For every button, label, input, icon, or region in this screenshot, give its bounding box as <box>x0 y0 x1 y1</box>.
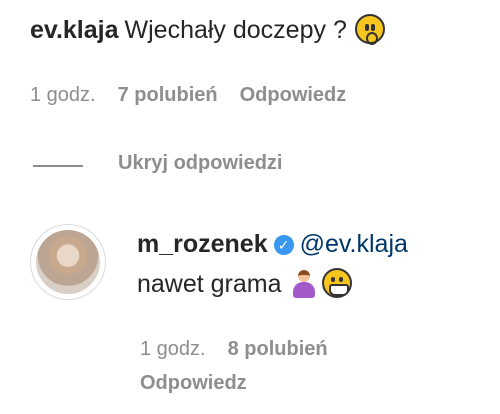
reply-mention[interactable]: @ev.klaja <box>300 230 408 258</box>
reply-text: nawet grama <box>137 270 282 298</box>
comment-username[interactable]: ev.klaja <box>30 16 119 44</box>
verified-badge-icon: ✓ <box>273 235 294 255</box>
reply-body: nawet grama <box>137 268 352 299</box>
comment-meta: 1 godz. 7 polubień Odpowiedz <box>30 84 346 107</box>
reply-header: m_rozenek ✓ @ev.klaja <box>137 230 408 259</box>
hide-replies-button[interactable]: Ukryj odpowiedzi <box>118 152 282 175</box>
comment-time[interactable]: 1 godz. <box>30 84 96 106</box>
reply-meta: 1 godz. 8 polubień <box>140 338 328 361</box>
reply-likes[interactable]: 8 polubień <box>228 338 328 360</box>
reply-username[interactable]: m_rozenek <box>137 230 268 258</box>
replies-divider <box>33 165 83 167</box>
comment-likes[interactable]: 7 polubień <box>118 84 218 106</box>
astonished-face-emoji-icon <box>354 14 385 45</box>
reply-time[interactable]: 1 godz. <box>140 338 206 360</box>
person-shrugging-emoji-icon <box>290 268 318 298</box>
avatar[interactable] <box>36 230 100 294</box>
comment-body: ev.klaja Wjechały doczepy ? <box>30 14 385 45</box>
grinning-face-emoji-icon <box>321 268 352 298</box>
comment-text: Wjechały doczepy ? <box>124 16 347 44</box>
comment-reply-button[interactable]: Odpowiedz <box>240 84 347 106</box>
reply-reply-button[interactable]: Odpowiedz <box>140 372 247 395</box>
